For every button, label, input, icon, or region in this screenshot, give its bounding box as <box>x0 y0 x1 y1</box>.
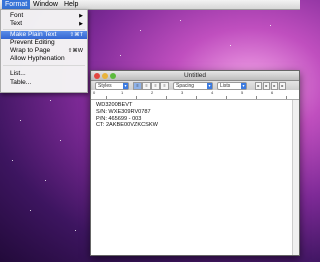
menu-item-label: List... <box>10 70 26 77</box>
ruler-tick <box>256 96 257 99</box>
menu-item-table[interactable]: Table... <box>1 79 87 87</box>
ruler-tick <box>226 96 227 99</box>
menu-item-wrap-to-page[interactable]: Wrap to Page ⇧⌘W <box>1 47 87 55</box>
ruler-number: 6 <box>271 90 274 95</box>
text-line: WD3200BEVT <box>96 102 133 108</box>
styles-popup[interactable]: Styles ▾ <box>95 82 129 90</box>
menu-item-label: Wrap to Page <box>10 47 51 54</box>
chevron-down-icon: ▾ <box>207 83 212 89</box>
window-title: Untitled <box>183 72 207 79</box>
text-line: S/N: WXE309RV0787 <box>96 108 151 115</box>
lists-label: Lists <box>220 83 231 89</box>
ruler-number: 5 <box>241 90 244 95</box>
menu-help[interactable]: Help <box>61 0 81 9</box>
align-left-button[interactable]: ≡ <box>133 82 142 90</box>
spacing-label: Spacing <box>176 83 195 89</box>
ruler-number: 4 <box>211 90 214 95</box>
menu-item-prevent-editing[interactable]: Prevent Editing <box>1 39 87 47</box>
menu-item-text[interactable]: Text ▶ <box>1 20 87 28</box>
menu-separator <box>3 65 85 66</box>
align-center-button[interactable]: ≡ <box>142 82 151 90</box>
menu-separator <box>3 29 85 30</box>
align-justify-button[interactable]: ≡ <box>160 82 169 90</box>
shortcut-label: ⇧⌘T <box>69 32 83 38</box>
vertical-scrollbar[interactable] <box>292 100 299 255</box>
menu-item-label: Table... <box>10 79 32 86</box>
submenu-arrow-icon: ▶ <box>79 21 83 27</box>
align-right-button[interactable]: ≡ <box>151 82 160 90</box>
styles-label: Styles <box>98 83 112 89</box>
format-toolbar: Styles ▾ ≡ ≡ ≡ ≡ Spacing ▾ Lists ▾ ▸ ▸ ▸… <box>91 81 299 90</box>
tab-stop-decimal-icon[interactable]: ▸ <box>279 82 286 90</box>
menu-window[interactable]: Window <box>30 0 61 9</box>
tab-stop-right-icon[interactable]: ▸ <box>271 82 278 90</box>
chevron-down-icon: ▾ <box>123 83 128 89</box>
menu-item-allow-hyphenation[interactable]: Allow Hyphenation <box>1 55 87 63</box>
window-titlebar[interactable]: Untitled <box>91 71 299 81</box>
menu-item-label: Allow Hyphenation <box>10 55 65 62</box>
ruler-tick <box>196 96 197 99</box>
menu-format[interactable]: Format <box>2 0 31 9</box>
menu-item-make-plain-text[interactable]: Make Plain Text ⇧⌘T <box>1 31 87 39</box>
menu-item-label: Make Plain Text <box>10 31 57 38</box>
menu-item-font[interactable]: Font ▶ <box>1 12 87 20</box>
textedit-window: Untitled Styles ▾ ≡ ≡ ≡ ≡ Spacing ▾ List… <box>90 70 300 256</box>
ruler-tick <box>286 96 287 99</box>
ruler-tick <box>106 96 107 99</box>
lists-popup[interactable]: Lists ▾ <box>217 82 247 90</box>
ruler-number: 3 <box>181 90 184 95</box>
tab-stop-left-icon[interactable]: ▸ <box>255 82 262 90</box>
menu-item-label: Prevent Editing <box>10 39 55 46</box>
text-line: P/N: 465699 - 003 <box>96 115 142 122</box>
ruler-tick <box>166 96 167 99</box>
document-text[interactable]: WD3200BEVT S/N: WXE309RV0787 P/N: 465699… <box>96 102 158 129</box>
tab-stop-center-icon[interactable]: ▸ <box>263 82 270 90</box>
menu-item-label: Text <box>10 20 23 27</box>
text-line: CT: 2AKBE00VZKCSKW <box>96 122 158 129</box>
menu-item-list[interactable]: List... <box>1 70 87 78</box>
ruler-number: 0 <box>93 90 96 95</box>
format-menu-dropdown: Font ▶ Text ▶ Make Plain Text ⇧⌘T Preven… <box>0 9 88 93</box>
submenu-arrow-icon: ▶ <box>79 13 83 19</box>
chevron-down-icon: ▾ <box>241 83 246 89</box>
spacing-popup[interactable]: Spacing ▾ <box>173 82 213 90</box>
ruler[interactable]: 0 1 2 3 4 5 6 <box>91 91 299 100</box>
ruler-number: 1 <box>121 90 124 95</box>
ruler-tick <box>136 96 137 99</box>
menu-item-label: Font <box>10 12 24 19</box>
shortcut-label: ⇧⌘W <box>67 48 83 54</box>
ruler-number: 2 <box>151 90 154 95</box>
